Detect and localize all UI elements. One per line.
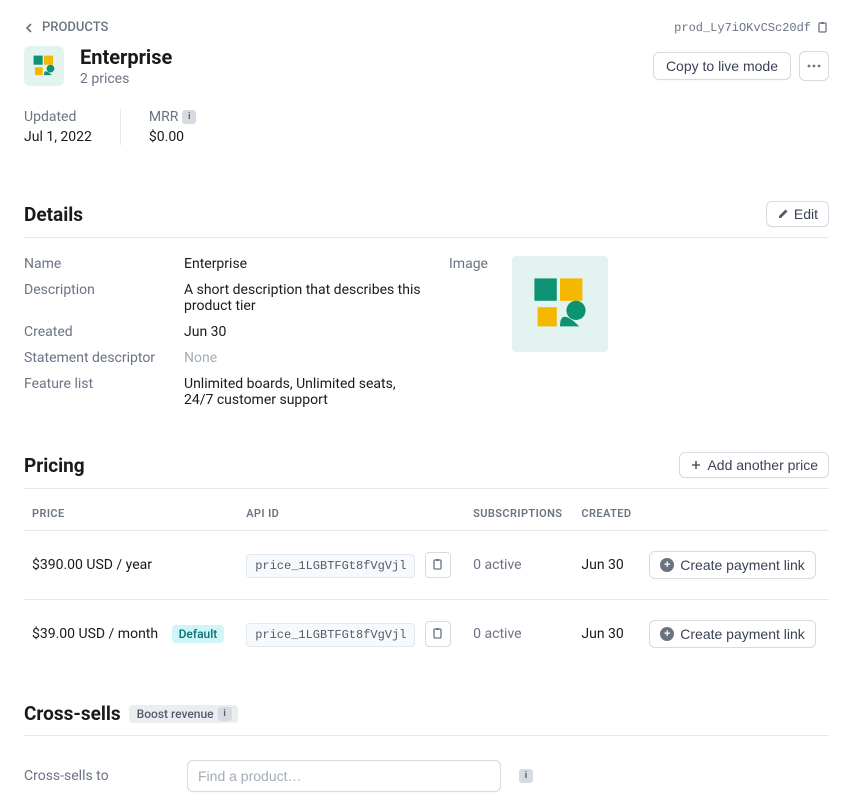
edit-button[interactable]: Edit	[766, 201, 829, 227]
col-price: PRICE	[24, 497, 238, 531]
cross-sells-label: Cross-sells to	[24, 768, 169, 784]
col-api: API ID	[238, 497, 465, 531]
info-icon[interactable]: i	[218, 707, 232, 721]
add-price-button[interactable]: Add another price	[679, 452, 829, 478]
create-link-label: Create payment link	[680, 557, 805, 573]
table-row[interactable]: $39.00 USD / month Default price_1LGBTFG…	[24, 600, 829, 669]
copy-api-button[interactable]	[425, 552, 451, 578]
page-title: Enterprise	[80, 45, 172, 69]
copy-to-live-button[interactable]: Copy to live mode	[653, 52, 791, 80]
default-badge: Default	[172, 625, 225, 643]
updated-value: Jul 1, 2022	[24, 129, 92, 145]
description-label: Description	[24, 282, 184, 314]
copy-api-button[interactable]	[425, 621, 451, 647]
breadcrumb-text: PRODUCTS	[42, 20, 108, 35]
created-value: Jun 30	[184, 324, 424, 340]
boost-revenue-text: Boost revenue	[137, 707, 214, 721]
price-created: Jun 30	[573, 600, 641, 669]
boost-revenue-badge: Boost revenue i	[129, 705, 238, 723]
arrow-left-icon	[24, 22, 36, 34]
product-image	[512, 256, 608, 352]
product-avatar	[24, 46, 64, 86]
mrr-label: MRR	[149, 109, 178, 125]
plus-circle-icon: +	[660, 558, 674, 572]
create-link-label: Create payment link	[680, 626, 805, 642]
back-to-products[interactable]: PRODUCTS	[24, 20, 108, 35]
feature-value: Unlimited boards, Unlimited seats, 24/7 …	[184, 376, 424, 408]
cross-sells-title: Cross-sells	[24, 702, 121, 725]
image-label: Image	[449, 256, 488, 418]
clipboard-icon	[817, 22, 829, 34]
description-value: A short description that describes this …	[184, 282, 424, 314]
col-subs: SUBSCRIPTIONS	[465, 497, 573, 531]
pricing-table: PRICE API ID SUBSCRIPTIONS CREATED $390.…	[24, 497, 829, 668]
statement-value: None	[184, 350, 424, 366]
info-icon[interactable]: i	[519, 769, 533, 783]
api-id[interactable]: price_1LGBTFGt8fVgVjl	[246, 554, 415, 578]
api-id[interactable]: price_1LGBTFGt8fVgVjl	[246, 623, 415, 647]
more-actions-button[interactable]	[799, 51, 829, 81]
info-icon[interactable]: i	[182, 110, 196, 124]
details-section-title: Details	[24, 203, 83, 226]
col-created: CREATED	[573, 497, 641, 531]
statement-label: Statement descriptor	[24, 350, 184, 366]
create-payment-link-button[interactable]: + Create payment link	[649, 620, 816, 648]
edit-button-label: Edit	[794, 206, 818, 222]
name-value: Enterprise	[184, 256, 424, 272]
product-id-text: prod_Ly7iOKvCSc20df	[674, 21, 811, 35]
table-row[interactable]: $390.00 USD / year price_1LGBTFGt8fVgVjl…	[24, 531, 829, 600]
clipboard-icon	[432, 559, 444, 571]
pencil-icon	[777, 208, 789, 220]
page-subtitle: 2 prices	[80, 71, 172, 87]
product-id-display[interactable]: prod_Ly7iOKvCSc20df	[674, 21, 829, 35]
price-amount: $39.00 USD / month	[32, 626, 158, 642]
clipboard-icon	[432, 628, 444, 640]
create-payment-link-button[interactable]: + Create payment link	[649, 551, 816, 579]
updated-label: Updated	[24, 109, 92, 125]
pricing-section-title: Pricing	[24, 454, 85, 477]
subscriptions-count: 0 active	[465, 600, 573, 669]
plus-icon	[690, 459, 702, 471]
price-created: Jun 30	[573, 531, 641, 600]
name-label: Name	[24, 256, 184, 272]
plus-circle-icon: +	[660, 627, 674, 641]
add-price-label: Add another price	[707, 457, 818, 473]
feature-label: Feature list	[24, 376, 184, 408]
mrr-value: $0.00	[149, 129, 196, 145]
price-amount: $390.00 USD / year	[32, 557, 152, 573]
cross-sells-input[interactable]	[187, 760, 501, 792]
created-label: Created	[24, 324, 184, 340]
more-horizontal-icon	[807, 64, 821, 68]
subscriptions-count: 0 active	[465, 531, 573, 600]
